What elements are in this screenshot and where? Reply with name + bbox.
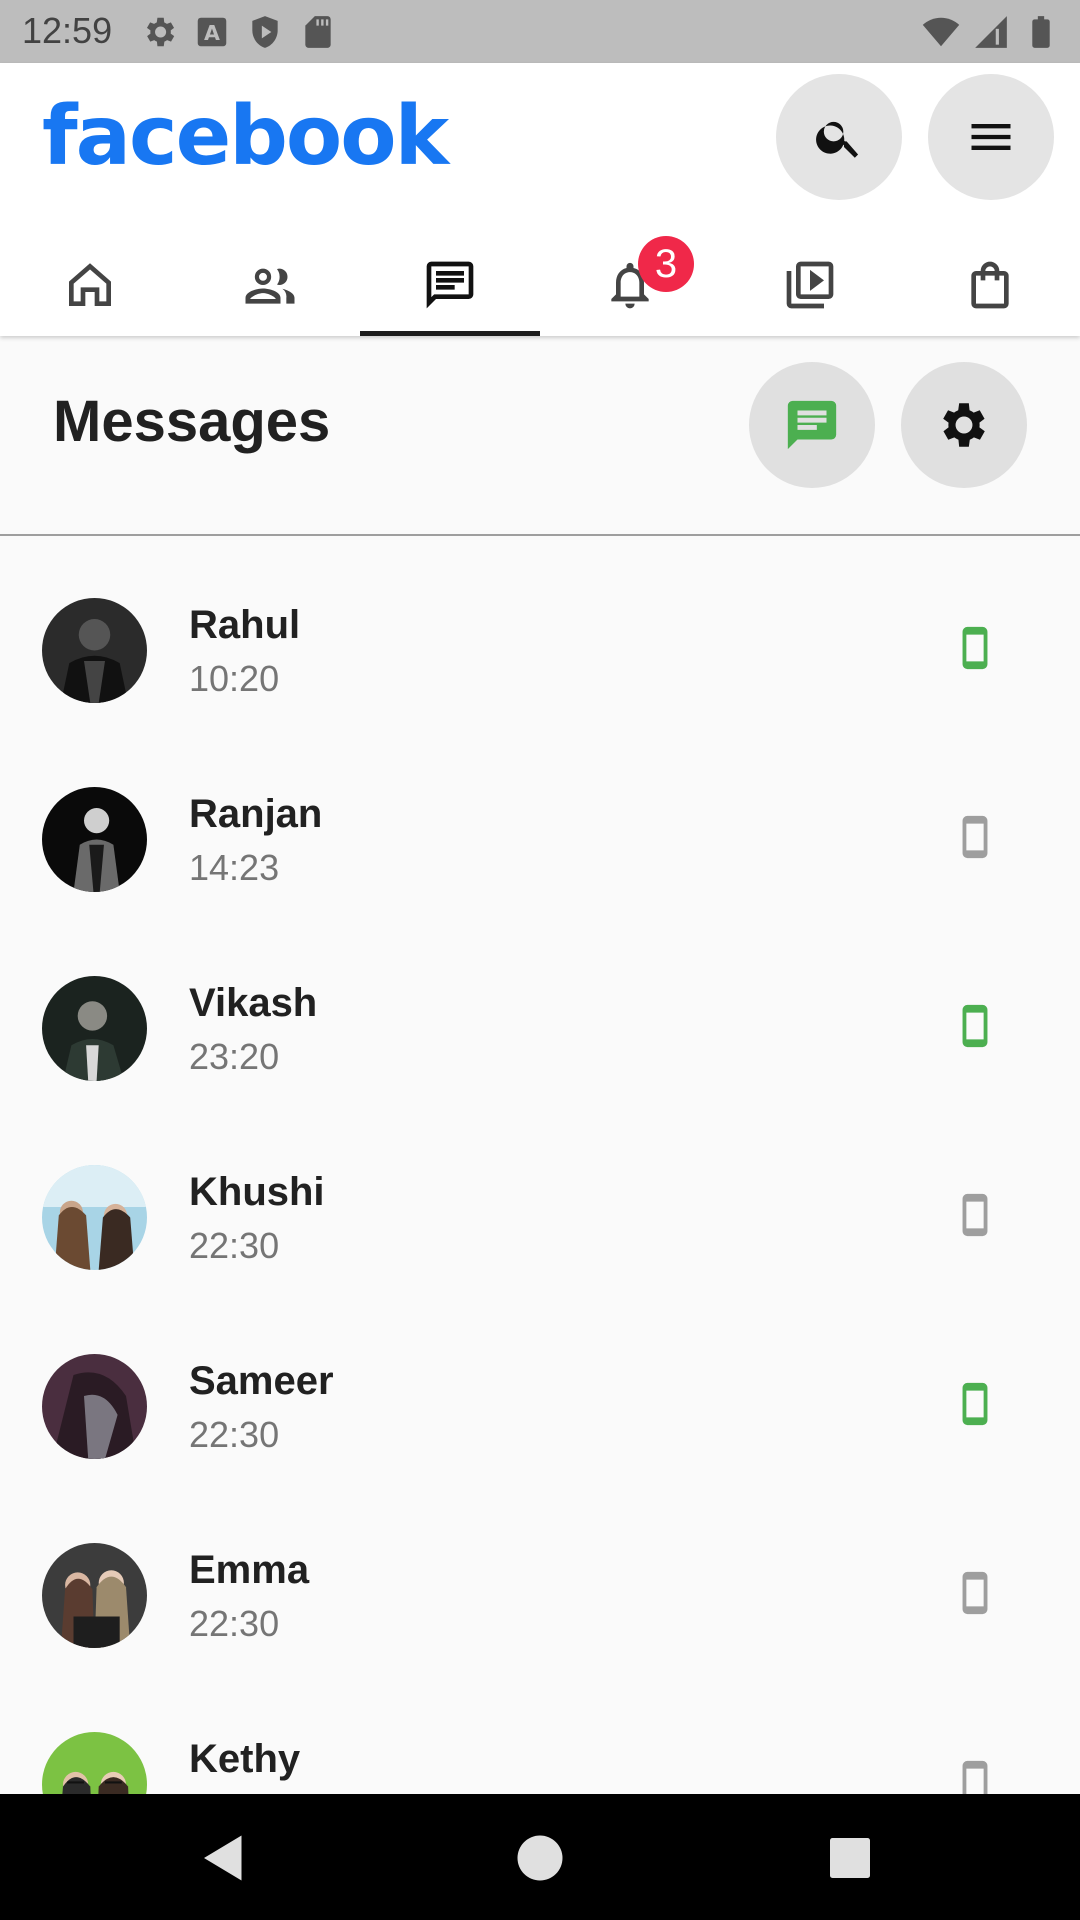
menu-button[interactable] [928, 74, 1054, 200]
settings-button[interactable] [901, 362, 1027, 488]
contact-time: 22:30 [189, 1225, 280, 1266]
avatar[interactable] [42, 976, 147, 1081]
shop-icon [971, 261, 1009, 308]
contact-time: 22:30 [189, 1603, 280, 1644]
contact-name: Ranjan [189, 792, 323, 836]
contact-name: Khushi [189, 1170, 325, 1214]
tab-home[interactable] [0, 233, 180, 336]
phone-icon [952, 1759, 998, 1794]
signal-icon [975, 16, 1007, 48]
contact-row-emma[interactable]: Emma 22:30 [0, 1481, 1080, 1670]
back-icon [204, 1835, 242, 1881]
status-icons-left: A [140, 13, 337, 51]
contact-name: Rahul [189, 603, 301, 647]
wifi-icon [922, 17, 960, 47]
gear-icon [146, 17, 175, 47]
battery-icon [1032, 16, 1050, 48]
contact-name: Vikash [189, 981, 318, 1025]
tab-video[interactable] [720, 233, 900, 336]
nav-tabs: 3 [0, 233, 1080, 336]
contact-row-kethy[interactable]: Kethy [0, 1670, 1080, 1794]
avatar-photo [42, 1732, 147, 1794]
avatar[interactable] [42, 1354, 147, 1459]
avatar-photo [42, 787, 147, 892]
phone-icon [952, 1381, 998, 1427]
avatar-photo [42, 598, 147, 703]
avatar[interactable] [42, 598, 147, 703]
app-header: facebook 3 [0, 63, 1080, 336]
contact-time: 14:23 [189, 847, 280, 888]
contact-row-khushi[interactable]: Khushi 22:30 [0, 1103, 1080, 1292]
avatar[interactable] [42, 1165, 147, 1270]
shield-icon [252, 16, 278, 48]
home-icon [69, 262, 111, 306]
status-icons-right [922, 13, 1060, 51]
contact-row-sameer[interactable]: Sameer 22:30 [0, 1292, 1080, 1481]
contact-time: 10:20 [189, 658, 280, 699]
avatar[interactable] [42, 1732, 147, 1794]
home-button[interactable] [510, 1828, 570, 1888]
tab-friends[interactable] [180, 233, 360, 336]
sd-card-icon [305, 16, 331, 48]
phone-icon [952, 625, 998, 671]
tab-messages[interactable] [360, 233, 540, 336]
messages-icon [426, 261, 474, 308]
recents-button[interactable] [820, 1828, 880, 1888]
status-bar: 12:59 A [0, 0, 1080, 63]
tab-notifications[interactable]: 3 [540, 233, 720, 336]
page-title: Messages [53, 389, 331, 454]
a-icon: A [197, 17, 227, 47]
back-button[interactable] [194, 1828, 254, 1888]
search-icon [816, 121, 859, 158]
status-time: 12:59 [22, 10, 113, 51]
new-message-icon [787, 400, 837, 450]
contact-row-ranjan[interactable]: Ranjan 14:23 [0, 725, 1080, 914]
avatar-photo [42, 1543, 147, 1648]
home-circle-icon [517, 1835, 563, 1881]
contact-name: Emma [189, 1548, 310, 1592]
contact-row-rahul[interactable]: Rahul 10:20 [0, 536, 1080, 725]
phone-icon [952, 814, 998, 860]
brand-logo[interactable]: facebook [42, 89, 449, 184]
avatar[interactable] [42, 787, 147, 892]
contact-time: 22:30 [189, 1414, 280, 1455]
contact-list: Rahul 10:20 Ranjan 14:23 Vikash 23:20 Kh… [0, 536, 1080, 1794]
tab-shop[interactable] [900, 233, 1080, 336]
messages-header: Messages [0, 336, 1080, 536]
video-icon [786, 261, 834, 308]
recents-icon [830, 1838, 870, 1878]
notification-badge: 3 [638, 236, 694, 292]
phone-icon [952, 1570, 998, 1616]
menu-icon [971, 124, 1011, 150]
avatar-photo [42, 1354, 147, 1459]
svg-text:A: A [204, 21, 220, 45]
search-button[interactable] [776, 74, 902, 200]
avatar-photo [42, 976, 147, 1081]
contact-name: Kethy [189, 1737, 301, 1781]
avatar[interactable] [42, 1543, 147, 1648]
phone-icon [952, 1192, 998, 1238]
phone-icon [952, 1003, 998, 1049]
contact-row-vikash[interactable]: Vikash 23:20 [0, 914, 1080, 1103]
contact-time: 23:20 [189, 1036, 280, 1077]
contact-name: Sameer [189, 1359, 334, 1403]
new-message-button[interactable] [749, 362, 875, 488]
system-nav-bar [0, 1794, 1080, 1920]
avatar-photo [42, 1165, 147, 1270]
settings-icon [943, 403, 985, 447]
friends-icon [245, 268, 295, 304]
